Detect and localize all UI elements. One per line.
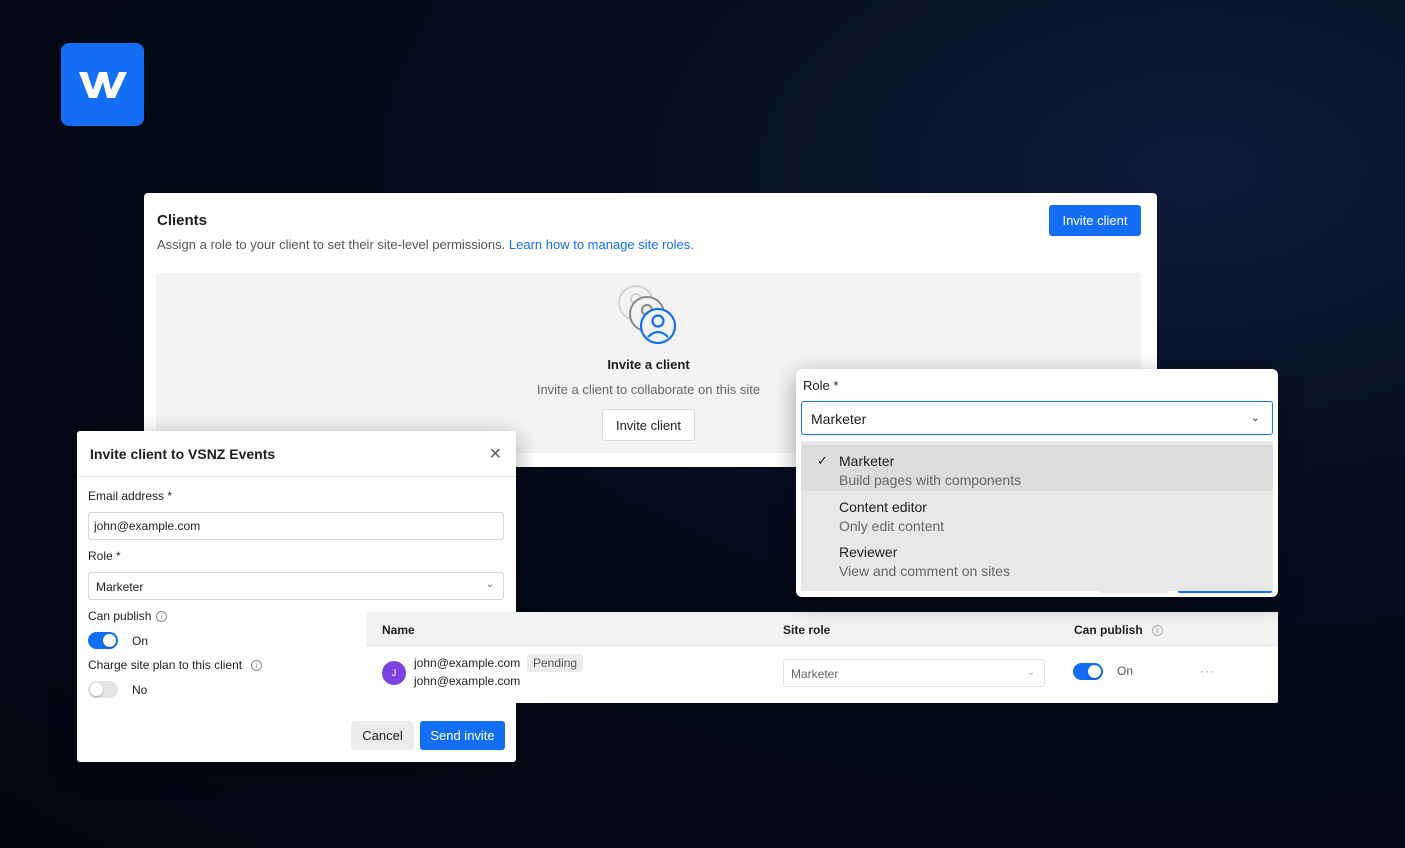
- role-option-desc: Only edit content: [839, 518, 945, 534]
- cancel-button[interactable]: Cancel: [351, 721, 414, 750]
- role-option-title: Content editor: [839, 499, 927, 515]
- chevron-down-icon: ⌄: [1250, 412, 1260, 424]
- role-option-title: Reviewer: [839, 544, 898, 560]
- role-option-desc: View and comment on sites: [839, 563, 1010, 579]
- modal-header: Invite client to VSNZ Events ✕: [77, 431, 516, 477]
- column-header-name: Name: [382, 623, 415, 637]
- client-email-secondary: john@example.com: [414, 674, 521, 688]
- table-header: Name Site role Can publish i: [366, 612, 1278, 646]
- role-select[interactable]: Marketer ⌄: [88, 572, 504, 600]
- modal-title: Invite client to VSNZ Events: [90, 446, 276, 462]
- chevron-down-icon: ⌄: [485, 579, 494, 590]
- more-icon[interactable]: ···: [1200, 664, 1215, 678]
- role-select-value: Marketer: [96, 580, 144, 594]
- clients-table: Name Site role Can publish i J john@examp…: [366, 612, 1278, 703]
- close-icon[interactable]: ✕: [489, 444, 502, 464]
- column-header-can-publish: Can publish i: [1074, 623, 1163, 637]
- invite-client-button[interactable]: Invite client: [1049, 205, 1141, 236]
- clients-subtitle-text: Assign a role to your client to set thei…: [157, 237, 506, 252]
- users-icon: [614, 281, 684, 354]
- info-icon: i: [1151, 625, 1163, 636]
- role-options-list: ✓ Marketer Build pages with components C…: [801, 441, 1273, 591]
- role-option-marketer[interactable]: ✓ Marketer Build pages with components: [801, 445, 1273, 491]
- email-label: Email address *: [88, 489, 173, 503]
- status-badge: Pending: [527, 654, 584, 672]
- email-field[interactable]: [88, 512, 504, 540]
- clients-subtitle: Assign a role to your client to set thei…: [157, 237, 694, 252]
- empty-invite-client-button[interactable]: Invite client: [602, 409, 695, 441]
- column-header-can-publish-text: Can publish: [1074, 623, 1143, 637]
- site-role-select[interactable]: Marketer ⌄: [783, 659, 1045, 687]
- role-option-reviewer[interactable]: Reviewer View and comment on sites: [801, 536, 1273, 582]
- page-title: Clients: [157, 212, 208, 229]
- charge-plan-label: Charge site plan to this client i: [88, 658, 263, 672]
- can-publish-label: Can publish i: [88, 609, 168, 623]
- role-option-content-editor[interactable]: Content editor Only edit content: [801, 491, 1273, 537]
- avatar: J: [382, 661, 406, 685]
- charge-plan-label-text: Charge site plan to this client: [88, 658, 243, 672]
- can-publish-label-text: Can publish: [88, 609, 152, 623]
- row-publish-toggle[interactable]: [1073, 663, 1103, 680]
- role-dropdown-panel: Role * Marketer ⌄ ✓ Marketer Build pages…: [796, 369, 1278, 597]
- client-email: john@example.com: [414, 656, 521, 670]
- can-publish-state: On: [132, 634, 149, 648]
- charge-plan-toggle[interactable]: [88, 681, 118, 698]
- role-label: Role *: [803, 378, 839, 393]
- role-select-value: Marketer: [811, 411, 867, 427]
- webflow-logo-icon: [61, 43, 144, 126]
- can-publish-toggle[interactable]: [88, 632, 118, 649]
- role-label: Role *: [88, 549, 121, 563]
- send-invite-button[interactable]: Send invite: [420, 721, 505, 750]
- chevron-down-icon: ⌄: [1026, 667, 1035, 678]
- role-option-title: Marketer: [839, 453, 895, 469]
- info-icon: i: [251, 660, 263, 671]
- row-publish-state: On: [1117, 664, 1134, 678]
- charge-plan-state: No: [132, 683, 148, 697]
- role-option-desc: Build pages with components: [839, 472, 1022, 488]
- role-select[interactable]: Marketer ⌄: [801, 401, 1273, 435]
- info-icon: i: [156, 611, 168, 622]
- check-icon: ✓: [817, 453, 828, 468]
- column-header-site-role: Site role: [783, 623, 831, 637]
- learn-site-roles-link[interactable]: Learn how to manage site roles.: [509, 237, 694, 252]
- site-role-value: Marketer: [791, 667, 839, 681]
- invite-client-modal: Invite client to VSNZ Events ✕ Email add…: [77, 431, 516, 762]
